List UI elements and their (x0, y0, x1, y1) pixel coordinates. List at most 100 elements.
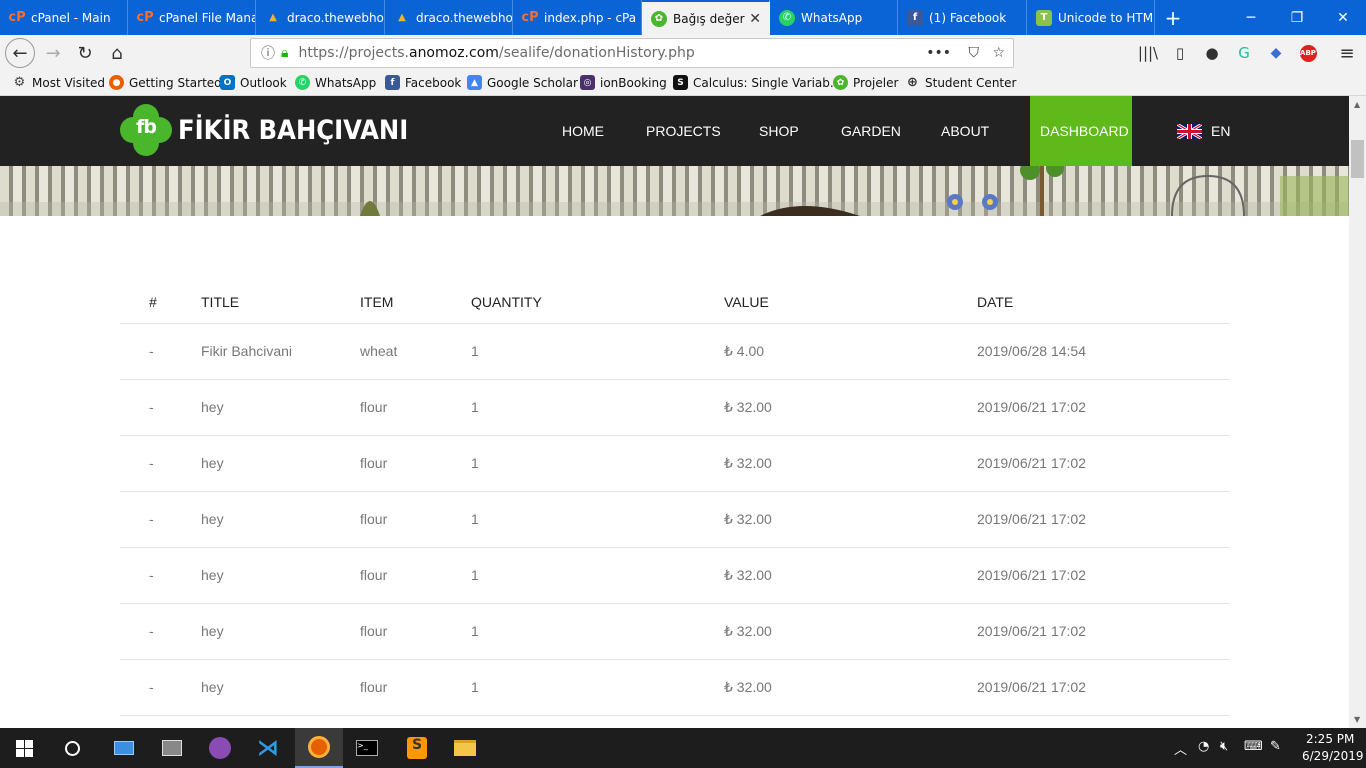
donation-history-section: # TITLE ITEM QUANTITY VALUE DATE - Fikir … (0, 216, 1349, 728)
tab-draco-2[interactable]: ▲ draco.thewebho (385, 0, 513, 35)
cell-date: 2019/06/21 17:02 (977, 435, 1230, 492)
tab-index-php[interactable]: cP index.php - cPa (513, 0, 642, 35)
table-row: - hey flour 1 ₺ 32.00 2019/06/21 17:02 (120, 491, 1230, 548)
browser-tab-bar: cP cPanel - Main cP cPanel File Mana ▲ d… (0, 0, 1366, 35)
page-actions-icon[interactable]: ••• (926, 45, 951, 61)
bookmark-most-visited[interactable]: ⚙ Most Visited (12, 75, 105, 90)
tab-draco-1[interactable]: ▲ draco.thewebho (256, 0, 385, 35)
cell-date: 2019/06/21 17:02 (977, 491, 1230, 548)
pocket-icon[interactable]: ⛉ (969, 45, 980, 61)
tab-unicode[interactable]: T Unicode to HTM (1027, 0, 1155, 35)
bookmarks-bar: ⚙ Most Visited ● Getting Started O Outlook … (0, 72, 1366, 96)
file-explorer-icon[interactable] (441, 728, 489, 768)
menu-icon[interactable]: ≡ (1332, 38, 1362, 68)
nav-dashboard[interactable]: DASHBOARD (1030, 96, 1132, 166)
grammarly-icon[interactable]: G (1229, 38, 1259, 68)
url-host: anomoz.com (408, 45, 499, 61)
home-button[interactable]: ⌂ (102, 38, 132, 68)
tab-donation-history[interactable]: ✿ Bağış değer ✕ (642, 0, 770, 35)
bookmark-getting-started[interactable]: ● Getting Started (109, 75, 222, 90)
back-button[interactable]: ← (5, 38, 35, 68)
table-row: - hey flour 1 ₺ 32.00 2019/06/21 17:02 (120, 659, 1230, 716)
windows-taskbar: ⋊ >_ S ︿ ◔ 🔇︎ ⌨ ✎ 2:25 PM 6/29/2019 (0, 728, 1366, 768)
photos-icon[interactable] (148, 728, 196, 768)
bookmark-facebook[interactable]: f Facebook (385, 75, 461, 90)
adblock-icon[interactable]: ABP (1293, 38, 1323, 68)
cell-quantity: 1 (471, 491, 724, 548)
wifi-icon[interactable]: ◔ (1198, 739, 1209, 754)
library-icon[interactable]: |||\ (1133, 38, 1163, 68)
cell-item: flour (360, 379, 471, 436)
table-row: - hey flour 1 ₺ 32.00 2019/06/21 17:02 (120, 603, 1230, 660)
cell-item: flour (360, 491, 471, 548)
bookmark-student-center[interactable]: ⊕ Student Center (905, 75, 1016, 90)
tab-cpanel-main[interactable]: cP cPanel - Main (0, 0, 128, 35)
pen-icon[interactable]: ✎ (1270, 739, 1281, 754)
extension-icon[interactable]: ◆ (1261, 38, 1291, 68)
clock-time[interactable]: 2:25 PM (1306, 732, 1354, 746)
cell-value: ₺ 4.00 (724, 323, 977, 380)
nav-home[interactable]: HOME (562, 96, 604, 166)
page-scrollbar[interactable]: ▲ ▼ (1349, 96, 1366, 728)
garden-banner-image (0, 166, 1349, 216)
cell-title: hey (201, 379, 360, 436)
bookmark-ionbooking[interactable]: ◎ ionBooking (580, 75, 667, 90)
firefox-icon[interactable] (295, 728, 343, 768)
bookmark-outlook[interactable]: O Outlook (220, 75, 287, 90)
url-bar[interactable]: ⓘ 🔒︎ https://projects. anomoz.com/sealife… (250, 38, 1014, 68)
cell-title: hey (201, 603, 360, 660)
sublime-icon[interactable]: S (393, 728, 441, 768)
tab-facebook[interactable]: f (1) Facebook (898, 0, 1027, 35)
tray-chevron-icon[interactable]: ︿ (1174, 739, 1187, 758)
uk-flag-icon[interactable] (1177, 124, 1202, 139)
cell-date: 2019/06/21 17:02 (977, 659, 1230, 716)
cell-date: 2019/06/28 14:54 (977, 323, 1230, 380)
cell-value: ₺ 32.00 (724, 491, 977, 548)
firefox-icon: ● (109, 75, 124, 90)
keyboard-icon[interactable]: ⌨ (1244, 739, 1263, 754)
close-tab-icon[interactable]: ✕ (749, 11, 761, 27)
tab-cpanel-file-manager[interactable]: cP cPanel File Mana (128, 0, 256, 35)
bookmark-google-scholar[interactable]: ▲ Google Scholar (467, 75, 578, 90)
volume-muted-icon[interactable]: 🔇︎ (1220, 739, 1228, 754)
page-viewport: fb FİKİR BAHÇIVANI HOME PROJECTS SHOP GA… (0, 96, 1349, 728)
vscode-icon[interactable]: ⋊ (244, 728, 292, 768)
sidebar-icon[interactable]: ▯ (1165, 38, 1195, 68)
bookmark-whatsapp[interactable]: ✆ WhatsApp (295, 75, 376, 90)
tab-whatsapp[interactable]: ✆ WhatsApp (770, 0, 898, 35)
language-selector[interactable]: EN (1211, 96, 1230, 166)
info-icon[interactable]: ⓘ (261, 43, 275, 63)
gear-icon: ⚙ (13, 75, 26, 90)
site-logo[interactable]: fb FİKİR BAHÇIVANI (120, 104, 408, 156)
cpanel-icon: cP (521, 10, 539, 25)
search-icon[interactable] (48, 728, 96, 768)
minimize-button[interactable]: ─ (1228, 0, 1274, 35)
cell-title: hey (201, 491, 360, 548)
nav-projects[interactable]: PROJECTS (646, 96, 721, 166)
forward-button[interactable]: → (38, 38, 68, 68)
restore-button[interactable]: ❐ (1274, 0, 1320, 35)
github-desktop-icon[interactable] (196, 728, 244, 768)
reload-button[interactable]: ↻ (70, 38, 100, 68)
scroll-up-icon[interactable]: ▲ (1354, 100, 1360, 109)
bookmark-star-icon[interactable]: ☆ (992, 45, 1005, 61)
donation-history-table: # TITLE ITEM QUANTITY VALUE DATE - Fikir … (120, 281, 1230, 716)
nav-garden[interactable]: GARDEN (841, 96, 901, 166)
close-window-button[interactable]: ✕ (1320, 0, 1366, 35)
bookmark-projeler[interactable]: ✿ Projeler (833, 75, 898, 90)
scroll-thumb[interactable] (1351, 140, 1364, 178)
explorer-computer-icon[interactable] (100, 728, 148, 768)
bookmark-calculus[interactable]: S Calculus: Single Variab... (673, 75, 841, 90)
table-header-row: # TITLE ITEM QUANTITY VALUE DATE (120, 281, 1230, 324)
new-tab-button[interactable]: + (1150, 0, 1196, 35)
clock-date[interactable]: 6/29/2019 (1302, 749, 1364, 763)
windows-start-icon[interactable] (0, 728, 48, 768)
col-number: # (120, 281, 201, 324)
account-icon[interactable]: ● (1197, 38, 1227, 68)
nav-about[interactable]: ABOUT (941, 96, 989, 166)
nav-shop[interactable]: SHOP (759, 96, 799, 166)
col-title: TITLE (201, 281, 360, 324)
scroll-down-icon[interactable]: ▼ (1354, 715, 1360, 724)
cpanel-icon: cP (8, 10, 26, 25)
terminal-icon[interactable]: >_ (343, 728, 391, 768)
